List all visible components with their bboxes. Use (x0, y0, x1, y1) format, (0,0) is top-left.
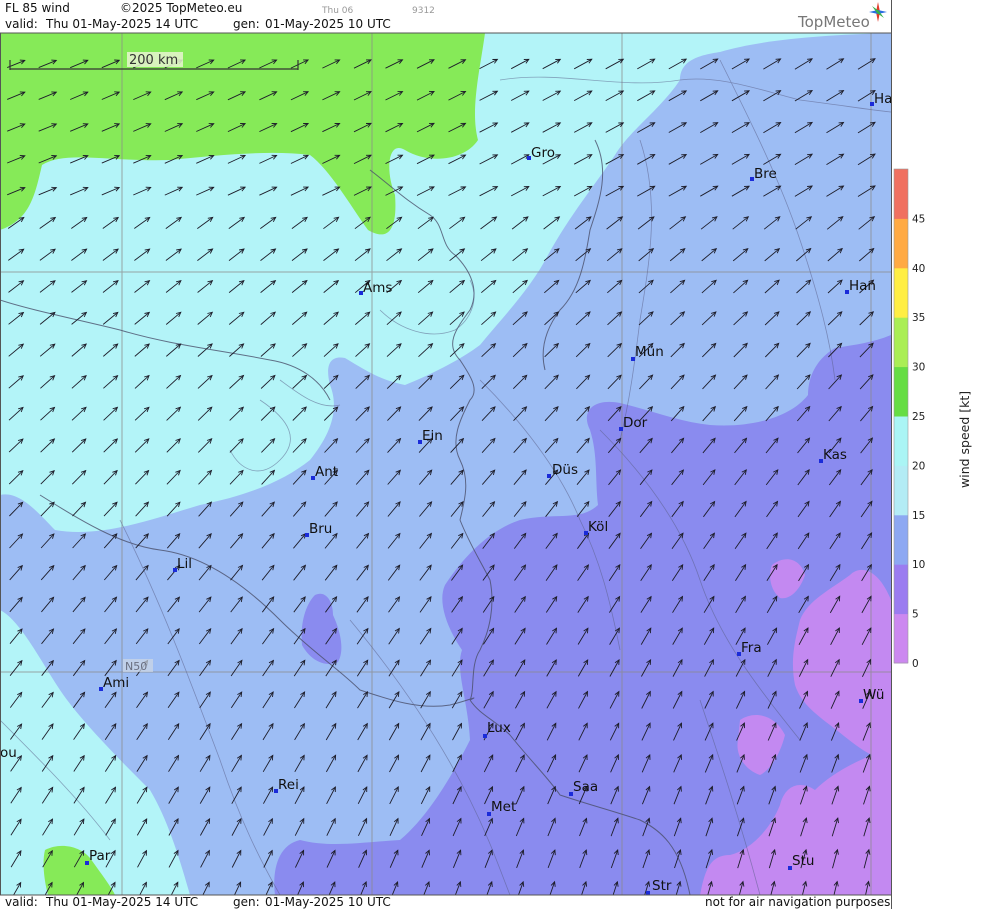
city-label: Met (491, 799, 516, 815)
city-label: Rei (278, 777, 299, 793)
city-ein: Ein (418, 428, 443, 444)
city-label: Ha (874, 91, 892, 107)
disclaimer: not for air navigation purposes (705, 895, 891, 909)
wind-speed-legend: 0 5 10 15 20 25 30 35 40 45 (893, 168, 925, 670)
city-bre: Bre (750, 166, 777, 182)
legend-tick-label: 15 (912, 510, 925, 522)
legend-swatch (894, 416, 908, 466)
city-stu: Stu (788, 853, 814, 870)
legend-swatch (894, 465, 908, 516)
gen-label: gen: (233, 17, 260, 31)
city-label: Str (652, 878, 672, 894)
city-label: Ein (422, 428, 443, 444)
legend-swatch (894, 317, 908, 368)
city-label: Ams (363, 280, 392, 296)
city-ou: ou (0, 745, 17, 761)
legend-swatch (894, 514, 908, 565)
city-bru: Bru (305, 521, 332, 537)
footer-valid-label: valid: (5, 895, 38, 909)
city-dus: Düs (547, 462, 578, 478)
city-label: Bre (754, 166, 777, 182)
wind-map: Ha Gro Bre Ams Han Mün Ein Dor Kas Ant D… (0, 0, 972, 909)
city-label: Lil (177, 556, 192, 572)
product-name: FL 85 wind (5, 1, 70, 15)
city-label: Ami (103, 675, 129, 691)
legend-tick-label: 30 (912, 362, 925, 374)
gen-time: 01-May-2025 10 UTC (265, 17, 391, 31)
city-mun: Mün (631, 344, 664, 361)
legend-swatch (894, 218, 908, 269)
city-rei: Rei (274, 777, 299, 793)
city-wu: Wü (859, 687, 884, 703)
valid-label: valid: (5, 17, 38, 31)
city-label: Bru (309, 521, 332, 537)
brand-name: TopMeteo (797, 13, 870, 31)
city-label: Par (89, 848, 111, 864)
city-label: Düs (552, 462, 578, 478)
city-kol: Köl (584, 519, 608, 535)
city-label: Ant (315, 464, 338, 480)
footer-gen-label: gen: (233, 895, 260, 909)
legend-swatch (894, 267, 908, 318)
legend-swatch (894, 366, 908, 417)
city-label: Han (849, 278, 876, 294)
topmeteo-logo-icon (869, 2, 887, 22)
footer-valid-time: Thu 01-May-2025 14 UTC (46, 895, 199, 909)
city-marker (547, 474, 551, 478)
city-label: Wü (863, 687, 884, 703)
city-label: Gro (531, 145, 555, 161)
valid-time: Thu 01-May-2025 14 UTC (46, 17, 199, 31)
city-par: Par (85, 848, 111, 865)
legend-tick-label: 10 (912, 559, 925, 571)
legend-tick-label: 35 (912, 312, 925, 324)
city-ant: Ant (311, 464, 338, 480)
city-ams: Ams (359, 280, 392, 296)
city-label: Lux (487, 720, 511, 736)
legend-title: wind speed [kt] (957, 391, 972, 488)
legend-swatch (894, 613, 908, 664)
graticule-label-n50: N50 (125, 660, 147, 673)
map-area: Ha Gro Bre Ams Han Mün Ein Dor Kas Ant D… (0, 33, 892, 895)
city-marker (646, 891, 650, 895)
run-code-small: 9312 (412, 6, 435, 16)
legend-tick-label: 25 (912, 411, 925, 423)
city-label: Stu (792, 853, 814, 869)
legend-tick-label: 40 (912, 263, 925, 275)
city-dor: Dor (619, 415, 648, 431)
city-fra: Fra (737, 640, 762, 656)
legend-tick-label: 0 (912, 658, 919, 670)
footer-gen-time: 01-May-2025 10 UTC (265, 895, 391, 909)
city-kas: Kas (819, 447, 847, 463)
legend-tick-label: 20 (912, 460, 925, 472)
city-label: Fra (741, 640, 762, 656)
city-gro: Gro (527, 145, 555, 161)
legend-tick-label: 45 (912, 213, 925, 225)
city-ami: Ami (99, 675, 129, 691)
city-lux: Lux (483, 720, 511, 738)
city-label: Köl (588, 519, 608, 535)
city-label: Kas (823, 447, 847, 463)
city-label: Mün (635, 344, 664, 360)
city-ha: Ha (870, 91, 892, 107)
city-label: Dor (623, 415, 648, 431)
city-label: Saa (573, 779, 598, 795)
city-saa: Saa (569, 779, 598, 796)
forecast-day-small: Thu 06 (322, 6, 354, 16)
legend-tick-label: 5 (912, 609, 919, 621)
scale-bar-label: 200 km (129, 53, 178, 68)
city-label: ou (0, 745, 17, 761)
city-met: Met (487, 799, 516, 816)
city-han: Han (845, 278, 876, 294)
copyright: ©2025 TopMeteo.eu (120, 1, 243, 15)
legend-swatch (894, 564, 908, 615)
legend-swatch (894, 169, 908, 219)
